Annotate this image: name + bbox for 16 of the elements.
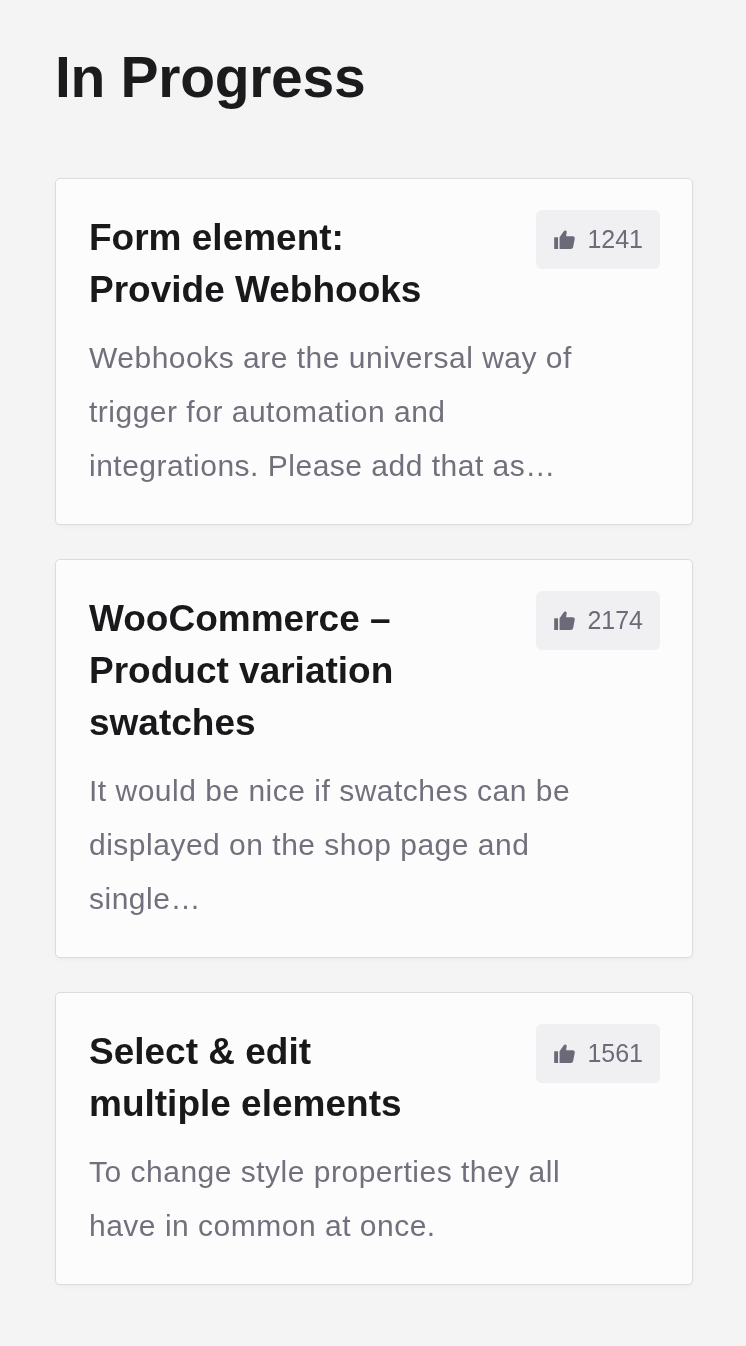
card-title: Form element: Provide Webhooks [89, 216, 423, 312]
upvote-button[interactable]: 1241 [536, 210, 660, 269]
feature-card[interactable]: Select & edit multiple elements 1561 To change style properties they all have in common at once. [55, 992, 693, 1285]
feature-card[interactable]: Form element: Provide Webhooks 1241 Webhooks are the universal way of trigger for automation and integrations. Please add that as… [55, 178, 693, 525]
page-title: In Progress [55, 44, 366, 110]
thumbs-up-icon [554, 230, 576, 249]
feature-card[interactable]: WooCommerce – Product variation swatches 2174 It would be nice if swatches can be displayed on the shop page and single… [55, 559, 693, 958]
card-title: WooCommerce – Product variation swatches [89, 597, 395, 745]
upvote-button[interactable]: 2174 [536, 591, 660, 650]
card-description: To change style properties they all have in common at once. [89, 1154, 562, 1244]
thumbs-up-icon [554, 1044, 576, 1063]
upvote-button[interactable]: 1561 [536, 1024, 660, 1083]
card-title: Select & edit multiple elements [89, 1030, 403, 1126]
card-description: Webhooks are the universal way of trigger for automation and integrations. Please add that as… [89, 340, 573, 484]
card-description: It would be nice if swatches can be displayed on the shop page and single… [89, 773, 572, 917]
thumbs-up-icon [554, 611, 576, 630]
